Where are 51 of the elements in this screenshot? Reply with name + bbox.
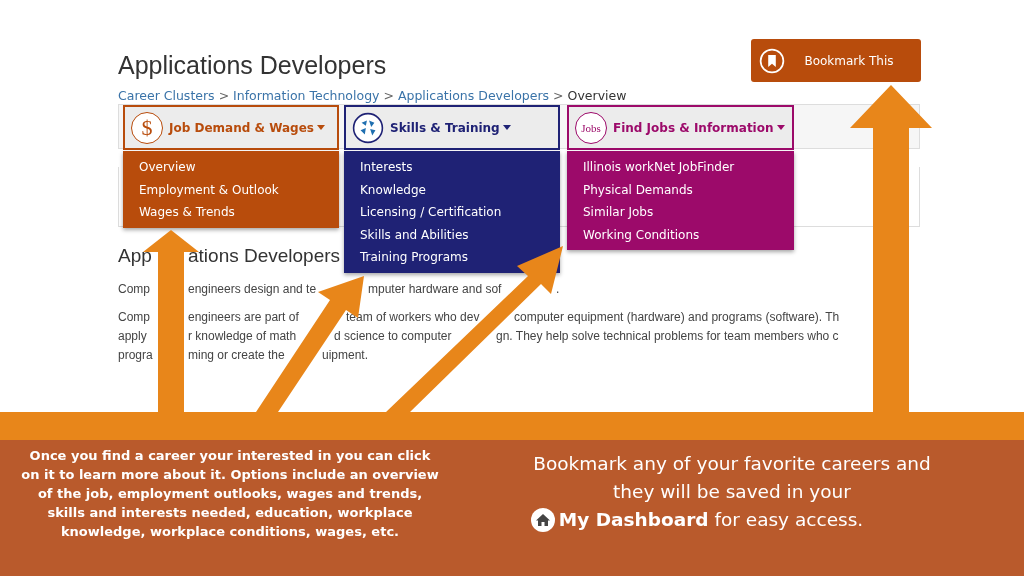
body-text: engineers are part of xyxy=(188,309,299,326)
breadcrumb-current: Overview xyxy=(567,88,627,103)
breadcrumb-separator: > xyxy=(218,88,230,103)
bookmark-button[interactable]: Bookmark This xyxy=(751,39,921,82)
body-text: . xyxy=(556,281,560,298)
caret-icon xyxy=(776,125,785,130)
menu-item[interactable]: Knowledge xyxy=(360,178,426,201)
menu-item[interactable]: Wages & Trends xyxy=(139,201,235,224)
menu-tab[interactable]: Skills & Training xyxy=(344,105,560,150)
menu-item[interactable]: Similar Jobs xyxy=(583,201,654,224)
body-text: Comp xyxy=(118,309,150,326)
menu-tab[interactable]: $ Job Demand & Wages xyxy=(123,105,339,150)
caption-text: My Dashboard for easy access. xyxy=(558,508,864,532)
body-text: apply xyxy=(118,328,147,345)
body-text: computer equipment (hardware) and programs (software). Th xyxy=(514,309,840,326)
tools-icon xyxy=(352,111,384,144)
bookmark-icon xyxy=(759,47,785,74)
menu-item[interactable]: Interests xyxy=(360,156,413,179)
caption-text: Once you find a career your interested in you can click on it to learn more about it. Options include an overview of the job, employment outlooks, wages and trends, skills and interests needed, education, workplace knowledge, workplace conditions, wages, etc. xyxy=(20,447,440,541)
body-text: engineers design and te xyxy=(188,281,317,298)
body-text: Comp xyxy=(118,281,150,298)
caret-icon xyxy=(502,125,511,130)
caret-icon xyxy=(316,125,325,130)
body-text: ming or create the xyxy=(188,347,285,364)
heading-text: App xyxy=(118,245,152,267)
body-text: progra xyxy=(118,347,153,364)
body-text: team of workers who dev xyxy=(346,309,480,326)
menu-item[interactable]: Overview xyxy=(139,156,196,179)
page-title: Applications Developers xyxy=(118,51,387,80)
body-text: gn. They help solve technical problems for team members who c xyxy=(496,328,839,345)
body-text: uipment. xyxy=(322,347,369,364)
heading-text: ations Developers xyxy=(188,245,341,267)
home-icon xyxy=(530,508,555,532)
magnifier-icon: Jobs xyxy=(575,111,607,144)
breadcrumb-link[interactable]: Applications Developers xyxy=(397,88,550,103)
menu-item[interactable]: Training Programs xyxy=(360,246,469,269)
body-text: mputer hardware and sof xyxy=(368,281,502,298)
menu-item[interactable]: Illinois workNet JobFinder xyxy=(583,156,735,179)
menu-item[interactable]: Licensing / Certification xyxy=(360,201,502,224)
menu-item[interactable]: Working Conditions xyxy=(583,223,700,246)
menu-item[interactable]: Employment & Outlook xyxy=(139,178,279,201)
breadcrumb-separator: > xyxy=(383,88,394,103)
body-text: d science to computer xyxy=(334,328,452,345)
menu-item[interactable]: Skills and Abilities xyxy=(360,223,469,246)
breadcrumb-separator: > xyxy=(553,88,564,103)
body-text: r knowledge of math xyxy=(188,328,297,345)
menu-item[interactable]: Physical Demands xyxy=(583,178,693,201)
menu-tab[interactable]: Jobs Find Jobs & Information xyxy=(567,105,794,150)
breadcrumb-link[interactable]: Career Clusters xyxy=(118,88,215,103)
breadcrumb-link[interactable]: Information Technology xyxy=(233,88,380,103)
dollar-icon: $ xyxy=(131,111,163,144)
